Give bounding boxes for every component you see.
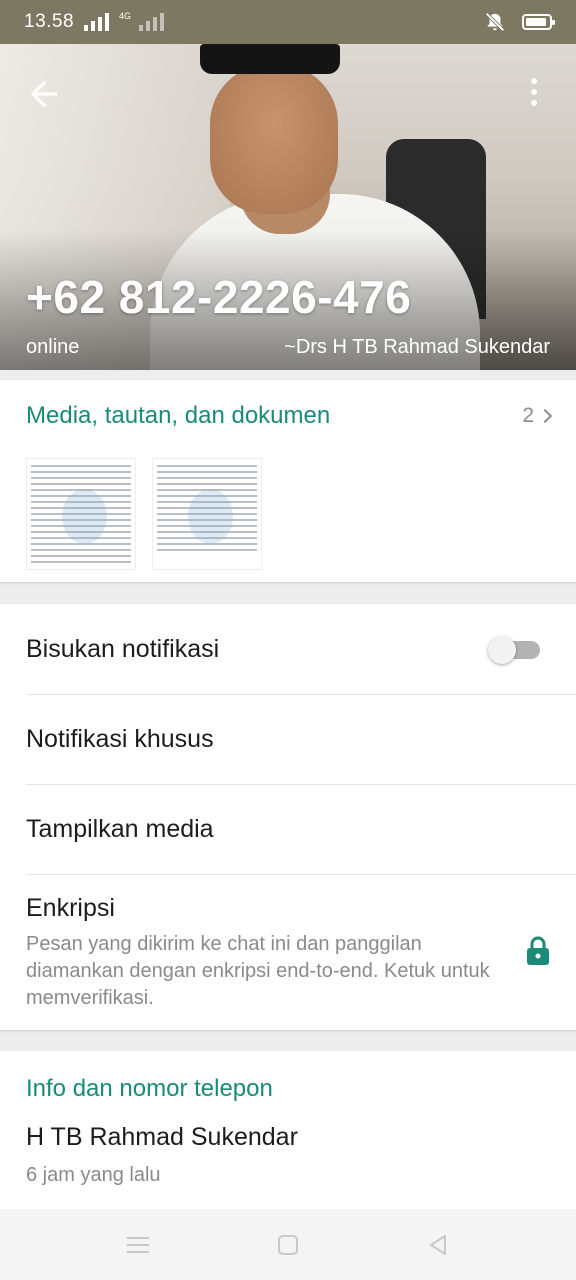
encryption-description: Pesan yang dikirim ke chat ini dan pangg… bbox=[26, 933, 490, 1009]
media-visibility-row[interactable]: Tampilkan media bbox=[0, 784, 576, 874]
contact-phone-number: +62 812-2226-476 bbox=[26, 271, 412, 323]
silent-icon bbox=[485, 12, 505, 32]
media-visibility-label: Tampilkan media bbox=[26, 814, 214, 843]
menu-icon[interactable] bbox=[118, 1225, 158, 1265]
mute-toggle[interactable] bbox=[488, 636, 540, 664]
signal-2-icon bbox=[139, 13, 165, 31]
back-nav-icon[interactable] bbox=[418, 1225, 458, 1265]
status-time: 13.58 bbox=[24, 11, 75, 32]
more-vert-icon[interactable] bbox=[514, 72, 554, 112]
signal-icon bbox=[84, 13, 110, 31]
media-section: Media, tautan, dan dokumen 2 bbox=[0, 380, 576, 582]
status-bar: 13.58 4G bbox=[0, 0, 576, 44]
mute-notifications-row[interactable]: Bisukan notifikasi bbox=[0, 604, 576, 694]
online-status: online bbox=[26, 336, 80, 358]
media-count: 2 bbox=[522, 404, 534, 427]
profile-photo bbox=[210, 64, 338, 214]
custom-notifications-row[interactable]: Notifikasi khusus bbox=[0, 694, 576, 784]
push-name: ~Drs H TB Rahmad Sukendar bbox=[284, 336, 550, 358]
info-section: Info dan nomor telepon H TB Rahmad Suken… bbox=[0, 1051, 576, 1209]
settings-section: Bisukan notifikasi Notifikasi khusus Tam… bbox=[0, 604, 576, 1030]
mute-notifications-label: Bisukan notifikasi bbox=[26, 634, 220, 663]
system-navigation-bar bbox=[0, 1209, 576, 1280]
encryption-title: Enkripsi bbox=[26, 894, 115, 922]
back-arrow-icon[interactable] bbox=[24, 74, 64, 114]
encryption-row[interactable]: Enkripsi Pesan yang dikirim ke chat ini … bbox=[0, 874, 576, 1030]
info-title: Info dan nomor telepon bbox=[26, 1075, 273, 1102]
chevron-right-icon bbox=[537, 408, 553, 424]
about-text[interactable]: H TB Rahmad Sukendar bbox=[0, 1103, 576, 1152]
media-count-button[interactable]: 2 bbox=[522, 404, 553, 428]
document-thumbnail-1[interactable] bbox=[26, 458, 136, 570]
battery-icon bbox=[522, 14, 555, 30]
document-thumbnail-2[interactable] bbox=[152, 458, 262, 570]
about-time: 6 jam yang lalu bbox=[26, 1164, 161, 1186]
network-type: 4G bbox=[119, 11, 132, 21]
home-icon[interactable] bbox=[268, 1225, 308, 1265]
media-title[interactable]: Media, tautan, dan dokumen bbox=[26, 402, 330, 430]
lock-icon bbox=[527, 936, 549, 965]
custom-notifications-label: Notifikasi khusus bbox=[26, 724, 214, 753]
profile-header: +62 812-2226-476 online ~Drs H TB Rahmad… bbox=[0, 44, 576, 370]
